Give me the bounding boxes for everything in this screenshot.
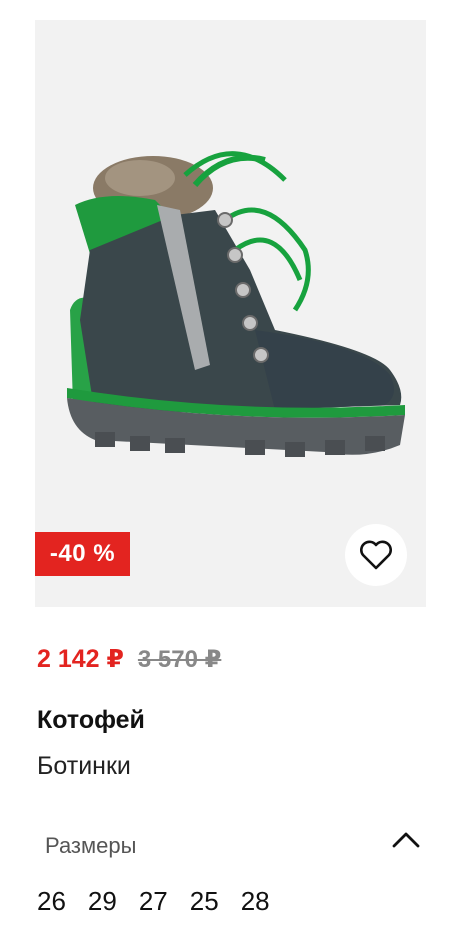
product-card[interactable]: -40 % 2 142 ₽ 3 570 ₽ Котофей Ботинки Ра… xyxy=(0,0,460,942)
heart-icon xyxy=(360,540,392,570)
product-type: Ботинки xyxy=(37,752,131,780)
size-option[interactable]: 26 xyxy=(37,886,66,917)
favorite-button[interactable] xyxy=(345,524,407,586)
sizes-list: 26 29 27 25 28 xyxy=(37,886,292,917)
product-image[interactable] xyxy=(35,20,426,607)
brand-name[interactable]: Котофей xyxy=(37,706,145,735)
size-option[interactable]: 25 xyxy=(190,886,219,917)
sizes-label: Размеры xyxy=(45,833,137,858)
current-price: 2 142 ₽ xyxy=(37,645,124,673)
discount-badge: -40 % xyxy=(35,532,130,576)
size-option[interactable]: 28 xyxy=(241,886,270,917)
boot-illustration xyxy=(67,151,405,457)
size-option[interactable]: 29 xyxy=(88,886,117,917)
chevron-up-icon[interactable] xyxy=(388,826,424,854)
old-price: 3 570 ₽ xyxy=(137,646,222,673)
size-option[interactable]: 27 xyxy=(139,886,168,917)
price-row: 2 142 ₽ 3 570 ₽ xyxy=(37,644,221,674)
